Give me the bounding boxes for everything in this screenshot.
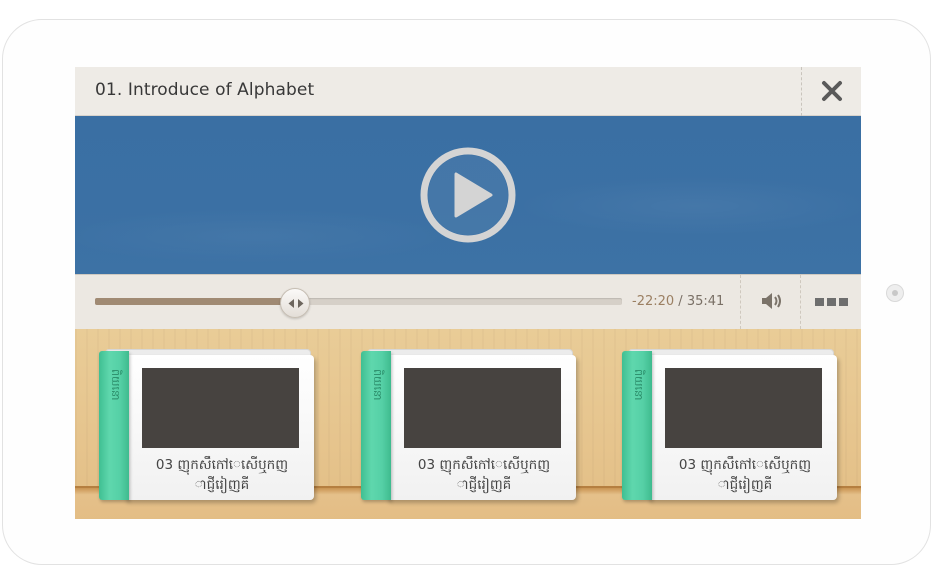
book-spine: ពិយនោ <box>99 351 129 500</box>
book-spine: ពិយនោ <box>622 351 652 500</box>
home-button[interactable] <box>886 284 904 302</box>
book-title-line2: ាជ្ញីរៀញគី <box>717 477 773 493</box>
time-separator: / <box>678 294 683 309</box>
video-area[interactable] <box>75 116 861 274</box>
player-controls: -22:20 / 35:41 <box>75 274 861 329</box>
book-title: 03 ញុកសឹកៅេសើឬកញ ាជ្ញីរៀញគី <box>660 455 830 495</box>
menu-dots-icon <box>815 298 848 306</box>
volume-button[interactable] <box>740 275 800 329</box>
book-spine-label: ពិយនោ <box>632 369 645 401</box>
lesson-title: 01. Introduce of Alphabet <box>95 80 315 100</box>
time-total: 35:41 <box>686 294 725 309</box>
scrub-arrows-icon <box>288 299 304 308</box>
book-spine-label: ពិយនោ <box>371 369 384 401</box>
book-card[interactable]: ពិយនោ 03 ញុកសឹកៅេសើឬកញ ាជ្ញីរៀញគី <box>99 349 314 500</box>
progress-fill <box>95 298 296 305</box>
close-button[interactable] <box>801 67 861 116</box>
book-title: 03 ញុកសឹកៅេសើឬកញ ាជ្ញីរៀញគី <box>137 455 307 495</box>
title-bar: 01. Introduce of Alphabet <box>75 67 861 116</box>
book-card[interactable]: ពិយនោ 03 ញុកសឹកៅេសើឬកញ ាជ្ញីរៀញគី <box>622 349 837 500</box>
book-shelf: ពិយនោ 03 ញុកសឹកៅេសើឬកញ ាជ្ញីរៀញគី ពិយនោ … <box>75 329 861 519</box>
book-cover-image <box>142 368 299 448</box>
video-lesson-screen: 01. Introduce of Alphabet -22:20 / 35:41… <box>75 67 861 519</box>
menu-button[interactable] <box>800 275 861 329</box>
book-spine: ពិយនោ <box>361 351 391 500</box>
close-icon <box>822 81 842 101</box>
book-title-line1: 03 ញុកសឹកៅេសើឬកញ <box>678 457 812 473</box>
scrubber-handle[interactable] <box>280 288 311 318</box>
book-title-line1: 03 ញុកសឹកៅេសើឬកញ <box>417 457 551 473</box>
play-icon <box>420 147 516 243</box>
progress-bar[interactable] <box>95 288 622 318</box>
book-cover-image <box>665 368 822 448</box>
time-remaining: -22:20 <box>632 294 675 309</box>
play-button[interactable] <box>419 146 517 244</box>
book-title-line2: ាជ្ញីរៀញគី <box>194 477 250 493</box>
volume-icon <box>762 293 781 309</box>
book-title: 03 ញុកសឹកៅេសើឬកញ ាជ្ញីរៀញគី <box>399 455 569 495</box>
book-card[interactable]: ពិយនោ 03 ញុកសឹកៅេសើឬកញ ាជ្ញីរៀញគី <box>361 349 576 500</box>
book-title-line1: 03 ញុកសឹកៅេសើឬកញ <box>155 457 289 473</box>
book-spine-label: ពិយនោ <box>109 369 122 401</box>
time-display: -22:20 / 35:41 <box>632 294 724 309</box>
book-cover-image <box>404 368 561 448</box>
book-title-line2: ាជ្ញីរៀញគី <box>456 477 512 493</box>
